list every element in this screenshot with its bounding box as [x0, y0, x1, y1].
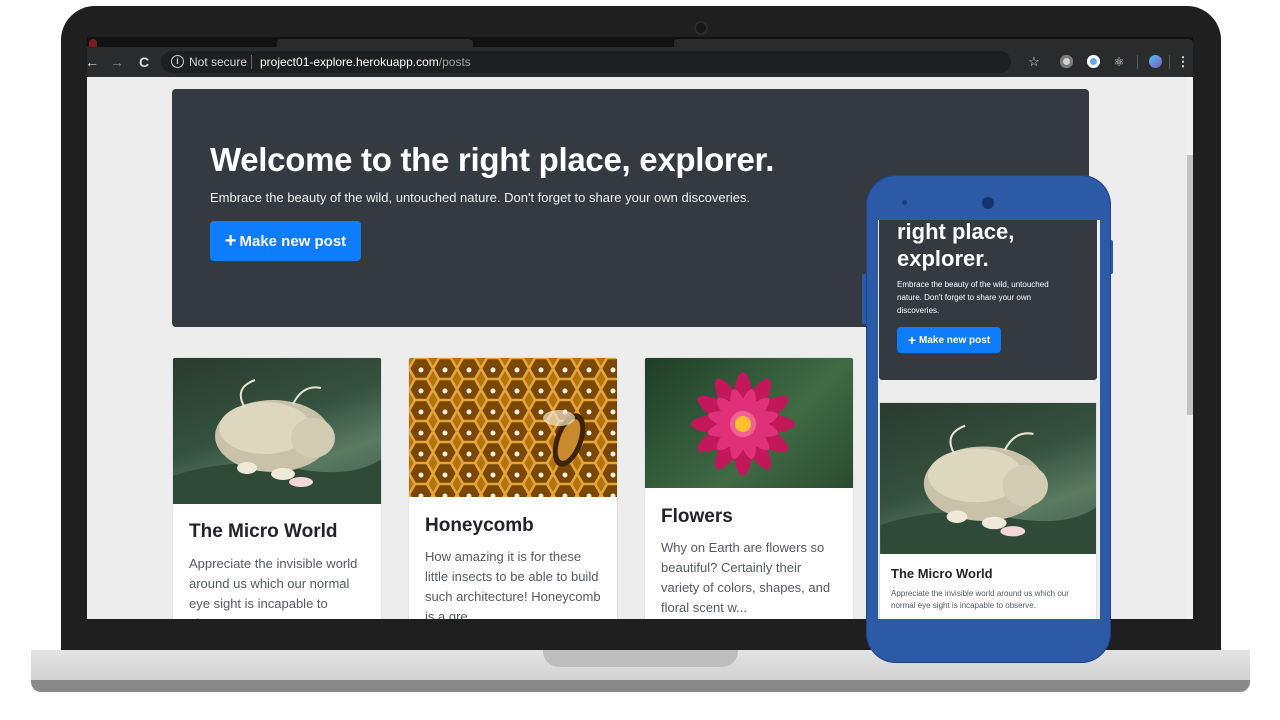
tardigrade-illustration [173, 379, 381, 504]
mobile-post-card[interactable]: The Micro World Appreciate the invisible… [879, 402, 1097, 619]
browser-toolbar: ← → C i Not secure project01-explore.her… [87, 47, 1193, 77]
url-host: project01-explore.herokuapp.com [260, 55, 439, 69]
post-card[interactable]: Flowers Why on Earth are flowers so beau… [644, 357, 854, 619]
post-title[interactable]: The Micro World [189, 521, 337, 543]
post-title[interactable]: Honeycomb [425, 515, 534, 537]
reload-icon[interactable]: C [135, 52, 153, 72]
plus-icon: + [224, 230, 237, 252]
extension-icon[interactable] [1087, 55, 1100, 68]
post-title[interactable]: Flowers [661, 506, 733, 528]
mobile-post-title[interactable]: The Micro World [891, 566, 993, 581]
post-image-micro-world[interactable] [173, 358, 381, 504]
toolbar-separator [1169, 55, 1170, 69]
post-card[interactable]: The Micro World Appreciate the invisible… [172, 357, 382, 619]
page-scrollbar[interactable] [1187, 77, 1193, 619]
url-text[interactable]: project01-explore.herokuapp.com/posts [260, 54, 471, 70]
url-path: /posts [438, 55, 471, 69]
bookmark-star-icon[interactable]: ☆ [1026, 53, 1042, 71]
webcam-icon [694, 21, 708, 35]
phone-camera-icon [982, 197, 994, 209]
hero-title: Welcome to the right place, explorer. [210, 141, 775, 178]
mobile-hero-title: right place, explorer. [897, 220, 1015, 271]
forward-arrow-icon[interactable]: → [108, 52, 126, 72]
toolbar-separator [1137, 55, 1138, 69]
laptop-base-edge [31, 680, 1250, 692]
browser-tab[interactable] [674, 39, 1193, 47]
mobile-post-excerpt: Appreciate the invisible world around us… [891, 589, 1069, 610]
tab-favicon-edge [89, 39, 97, 47]
tardigrade-illustration [880, 424, 1096, 554]
info-icon[interactable]: i [171, 55, 184, 68]
phone-sensor-icon [902, 200, 907, 205]
mobile-make-new-post-label: Make new post [919, 334, 991, 346]
honeycomb-illustration [409, 358, 617, 497]
mobile-hero-banner: right place, explorer. Embrace the beaut… [879, 220, 1097, 380]
extension-icon[interactable] [1060, 55, 1073, 68]
react-devtools-icon[interactable]: ⚛ [1111, 53, 1127, 71]
address-bar[interactable]: i Not secure project01-explore.herokuapp… [161, 51, 1011, 73]
make-new-post-button[interactable]: + Make new post [210, 221, 361, 261]
phone-screen: right place, explorer. Embrace the beaut… [878, 220, 1100, 619]
post-card[interactable]: Honeycomb How amazing it is for these li… [408, 357, 618, 619]
post-excerpt: Why on Earth are flowers so beautiful? C… [661, 540, 831, 615]
mobile-hero-subtitle: Embrace the beauty of the wild, untouche… [897, 280, 1049, 315]
mobile-post-image[interactable] [880, 403, 1096, 554]
make-new-post-label: Make new post [239, 232, 347, 250]
phone-mockup: right place, explorer. Embrace the beaut… [866, 175, 1111, 663]
hero-subtitle: Embrace the beauty of the wild, untouche… [210, 190, 751, 205]
extension-icon[interactable] [1149, 55, 1162, 68]
security-status: Not secure [189, 55, 248, 69]
laptop-notch [543, 650, 738, 667]
browser-tabstrip [87, 37, 1193, 47]
post-excerpt: How amazing it is for these little insec… [425, 549, 601, 619]
post-image-flowers[interactable] [645, 358, 853, 488]
browser-menu-icon[interactable]: ⋮ [1175, 53, 1191, 71]
plus-icon: + [907, 332, 917, 348]
post-image-honeycomb[interactable] [409, 358, 617, 497]
mockup-stage: ← → C i Not secure project01-explore.her… [0, 0, 1280, 720]
scrollbar-thumb[interactable] [1187, 155, 1193, 415]
post-excerpt: Appreciate the invisible world around us… [189, 556, 358, 619]
browser-tab[interactable] [277, 39, 473, 47]
mobile-make-new-post-button[interactable]: + Make new post [897, 327, 1001, 353]
address-separator [251, 55, 252, 69]
dahlia-illustration [691, 372, 795, 476]
back-arrow-icon[interactable]: ← [87, 52, 101, 72]
